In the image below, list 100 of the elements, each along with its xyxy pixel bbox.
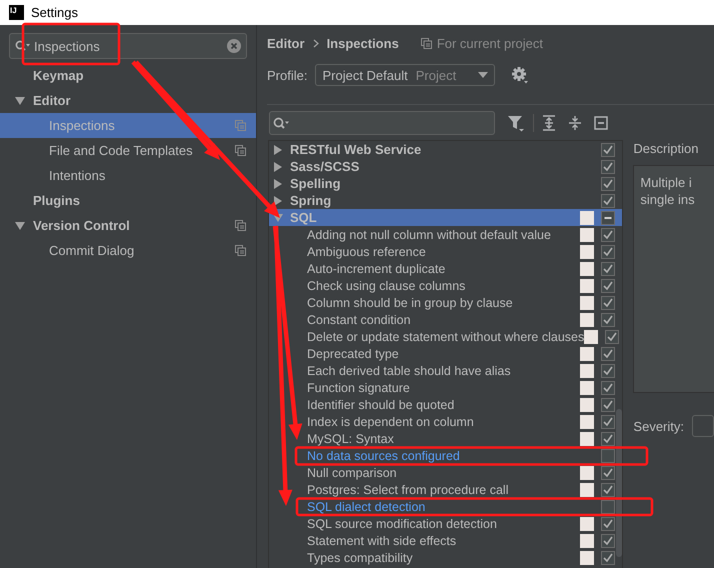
- inspection-item[interactable]: Function signature: [269, 380, 580, 394]
- checkmark-icon: [602, 484, 614, 496]
- checkbox[interactable]: [601, 414, 616, 428]
- checkbox[interactable]: [601, 194, 616, 208]
- filter-search-field[interactable]: [269, 111, 495, 135]
- inspection-item[interactable]: Types compatibility: [269, 550, 580, 564]
- inspection-item[interactable]: Delete or update statement without where clauses: [269, 330, 584, 344]
- checkmark-icon: [602, 534, 614, 546]
- checkmark-icon: [602, 416, 614, 428]
- inspection-item[interactable]: Statement with side effects: [269, 534, 580, 548]
- inspection-item[interactable]: Index is dependent on column: [269, 414, 580, 428]
- inspection-item[interactable]: SQL source modification detection: [269, 516, 580, 530]
- collapse-icon[interactable]: [594, 116, 608, 130]
- checkbox[interactable]: [601, 482, 616, 496]
- expand-arrow-icon[interactable]: [15, 220, 25, 230]
- inspection-item[interactable]: Null comparison: [269, 466, 580, 480]
- inspection-item[interactable]: Deprecated type: [269, 346, 580, 360]
- checkmark-icon: [602, 398, 614, 410]
- inspection-item[interactable]: SQL dialect detection: [269, 500, 602, 514]
- checkbox[interactable]: [601, 380, 616, 394]
- settings-category[interactable]: Editor: [33, 93, 246, 108]
- checkbox[interactable]: [601, 448, 616, 462]
- expand-arrow-icon[interactable]: [273, 144, 283, 154]
- inspection-group[interactable]: Sass/SCSS: [269, 158, 622, 175]
- inspection-group[interactable]: Spelling: [269, 175, 622, 192]
- checkbox[interactable]: [601, 364, 616, 378]
- checkbox[interactable]: [601, 228, 616, 242]
- inspection-item[interactable]: Ambiguous reference: [269, 244, 580, 258]
- profile-dropdown[interactable]: Project Default Project: [315, 64, 496, 86]
- settings-item[interactable]: Commit Dialog: [0, 238, 256, 263]
- inspection-item[interactable]: Each derived table should have alias: [269, 364, 580, 378]
- clear-icon[interactable]: [227, 39, 241, 53]
- checkmark-icon: [602, 178, 614, 190]
- settings-item[interactable]: File and Code Templates: [0, 138, 256, 163]
- description-text: single ins: [640, 191, 696, 208]
- checkbox[interactable]: [601, 142, 616, 156]
- window-title: Settings: [31, 5, 78, 20]
- checkbox[interactable]: [601, 244, 616, 258]
- checkbox[interactable]: [601, 262, 616, 276]
- checkmark-icon: [602, 144, 614, 156]
- checkbox[interactable]: [601, 210, 616, 224]
- inspection-item[interactable]: Postgres: Select from procedure call: [269, 482, 580, 496]
- settings-category[interactable]: Keymap: [33, 68, 246, 83]
- checkbox[interactable]: [601, 346, 616, 360]
- checkbox[interactable]: [601, 296, 616, 310]
- search-field[interactable]: Inspections: [9, 33, 247, 59]
- checkbox[interactable]: [601, 534, 616, 548]
- checkbox[interactable]: [601, 500, 616, 514]
- checkmark-icon: [602, 364, 614, 376]
- checkmark-icon: [606, 330, 618, 342]
- checkbox[interactable]: [601, 176, 616, 190]
- settings-icon[interactable]: [511, 66, 530, 84]
- inspection-item[interactable]: MySQL: Syntax: [269, 432, 580, 446]
- scope-note: For current project: [436, 36, 544, 50]
- inspection-item[interactable]: Constant condition: [269, 312, 580, 326]
- inspection-item[interactable]: Adding not null column without default value: [269, 228, 580, 242]
- expand-arrow-icon[interactable]: [273, 196, 283, 206]
- checkbox[interactable]: [601, 550, 616, 564]
- checkmark-icon: [602, 518, 614, 530]
- project-icon: [235, 145, 246, 156]
- expand-all-icon[interactable]: [542, 115, 556, 131]
- checkbox[interactable]: [601, 466, 616, 480]
- inspection-item[interactable]: Check using clause columns: [269, 278, 580, 292]
- checkbox[interactable]: [601, 432, 616, 446]
- settings-category[interactable]: Version Control: [33, 218, 235, 233]
- scrollbar[interactable]: [616, 409, 622, 557]
- checkmark-icon: [602, 296, 614, 308]
- checkbox[interactable]: [601, 398, 616, 412]
- checkbox[interactable]: [605, 330, 620, 344]
- checkmark-icon: [602, 160, 614, 172]
- checkmark-icon: [602, 382, 614, 394]
- expand-arrow-icon[interactable]: [273, 162, 283, 172]
- filter-icon[interactable]: [507, 114, 525, 132]
- description-label: Description: [633, 140, 700, 157]
- inspection-item[interactable]: Column should be in group by clause: [269, 296, 580, 310]
- settings-item[interactable]: Intentions: [0, 163, 256, 188]
- inspection-item[interactable]: Auto-increment duplicate: [269, 262, 580, 276]
- checkbox[interactable]: [601, 278, 616, 292]
- breadcrumb-item: Inspections: [326, 36, 399, 50]
- search-icon: [273, 116, 291, 130]
- inspection-item[interactable]: No data sources configured: [269, 448, 602, 462]
- inspection-item[interactable]: Identifier should be quoted: [269, 398, 580, 412]
- checkmark-icon: [602, 246, 614, 258]
- expand-arrow-icon[interactable]: [273, 178, 283, 188]
- checkbox[interactable]: [601, 160, 616, 174]
- checkmark-icon: [602, 314, 614, 326]
- project-icon: [235, 220, 246, 231]
- app-logo: IJ: [9, 5, 24, 20]
- project-icon: [235, 120, 246, 131]
- checkbox[interactable]: [601, 516, 616, 530]
- inspection-group[interactable]: RESTful Web Service: [269, 141, 622, 158]
- inspection-group[interactable]: Spring: [269, 192, 622, 209]
- checkmark-icon: [602, 228, 614, 240]
- checkmark-icon: [602, 552, 614, 564]
- collapse-all-icon[interactable]: [568, 115, 582, 131]
- profile-label: Profile:: [267, 68, 308, 82]
- settings-category[interactable]: Plugins: [33, 193, 246, 208]
- checkmark-icon: [602, 262, 614, 274]
- expand-arrow-icon[interactable]: [15, 96, 25, 106]
- checkbox[interactable]: [601, 312, 616, 326]
